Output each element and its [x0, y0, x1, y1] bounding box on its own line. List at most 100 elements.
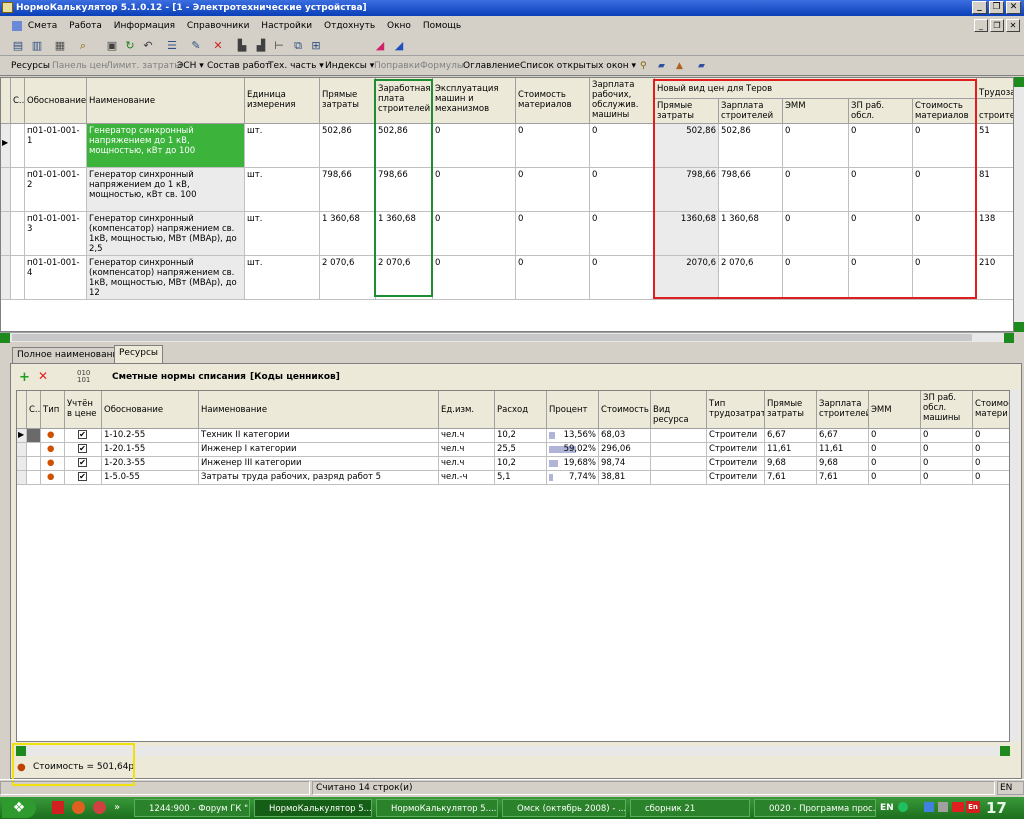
top-horizontal-scrollbar[interactable]: [0, 332, 1014, 343]
res-kind-cell[interactable]: [651, 471, 707, 485]
res-emm-cell[interactable]: 0: [869, 429, 921, 443]
res-c-cell[interactable]: [27, 429, 41, 443]
norm-name-cell[interactable]: Генератор синхронный (компенсатор) напря…: [87, 212, 245, 256]
res-header-name[interactable]: Наименование: [199, 391, 439, 429]
res-cost-cell[interactable]: 68,03: [599, 429, 651, 443]
res-rate-cell[interactable]: 25,5: [495, 443, 547, 457]
res-header-emm[interactable]: ЭММ: [869, 391, 921, 429]
in-price-checkbox[interactable]: ✔: [65, 429, 102, 443]
norm-materials-cell[interactable]: 0: [516, 212, 590, 256]
res-pct-cell[interactable]: 19,68%: [547, 457, 599, 471]
header-mach-salary[interactable]: Зарплата рабочих, обслужив. машины: [590, 78, 655, 124]
header-labor-sub[interactable]: строите: [977, 99, 1013, 124]
norm-labor-cell[interactable]: 210: [977, 256, 1013, 300]
norm-materials-cell[interactable]: 0: [516, 124, 590, 168]
delete-icon[interactable]: ✕: [210, 38, 226, 54]
tab-full-name[interactable]: Полное наименование: [12, 347, 129, 363]
taskbar-lang[interactable]: EN: [880, 797, 894, 819]
refresh-icon[interactable]: ↻: [122, 38, 138, 54]
res-rate-cell[interactable]: 10,2: [495, 429, 547, 443]
norm-unit-cell[interactable]: шт.: [245, 168, 320, 212]
scroll-right-arrow-icon[interactable]: [1004, 333, 1014, 343]
res-scroll-right-icon[interactable]: [1000, 746, 1010, 756]
row-indicator[interactable]: ▶: [1, 124, 11, 168]
norm-base-cell[interactable]: п01-01-001-4: [25, 256, 87, 300]
menu-otdohnut[interactable]: Отдохнуть: [324, 21, 375, 31]
tree-add-icon[interactable]: ▥: [29, 38, 45, 54]
header-exploit[interactable]: Эксплуатация машин и механизмов: [433, 78, 516, 124]
stamps-icon[interactable]: ▟: [253, 38, 269, 54]
insert-row-icon[interactable]: ⊢: [271, 38, 287, 54]
quicklaunch-opera-icon[interactable]: [93, 801, 106, 814]
add-icon[interactable]: +: [19, 370, 30, 385]
res-ltype-cell[interactable]: Строители: [707, 443, 765, 457]
norm-direct-cell[interactable]: 502,86: [320, 124, 376, 168]
norm-unit-cell[interactable]: шт.: [245, 212, 320, 256]
menu-nastroiki[interactable]: Настройки: [261, 21, 312, 31]
header-name[interactable]: Наименование: [87, 78, 245, 124]
checkbox-checked-icon[interactable]: ✔: [78, 472, 87, 481]
mdi-restore-button[interactable]: ❐: [990, 19, 1004, 32]
res-salary-cell[interactable]: 6,67: [817, 429, 869, 443]
norm-base-cell[interactable]: п01-01-001-2: [25, 168, 87, 212]
res-header-mat[interactable]: Стоимос матери: [973, 391, 1009, 429]
res-kind-cell[interactable]: [651, 429, 707, 443]
menu-pomosh[interactable]: Помощь: [423, 21, 461, 31]
menu-spravochniki[interactable]: Справочники: [187, 21, 250, 31]
minimize-button[interactable]: _: [972, 1, 987, 14]
btn-open-windows[interactable]: Список открытых окон ▾: [520, 57, 636, 76]
res-zp-cell[interactable]: 0: [921, 471, 973, 485]
checkbox-checked-icon[interactable]: ✔: [78, 444, 87, 453]
row-c-cell[interactable]: [11, 124, 25, 168]
res-header-c[interactable]: С..: [27, 391, 41, 429]
price-codes-label[interactable]: [Коды ценников]: [250, 372, 340, 382]
row-indicator[interactable]: [1, 212, 11, 256]
in-price-checkbox[interactable]: ✔: [65, 471, 102, 485]
norm-mach-salary-cell[interactable]: 0: [590, 168, 655, 212]
norm-mach-salary-cell[interactable]: 0: [590, 124, 655, 168]
header-unit[interactable]: Единица измерения: [245, 78, 320, 124]
res-name-cell[interactable]: Инженер I категории: [199, 443, 439, 457]
btn-esn[interactable]: ЭСН ▾: [177, 57, 204, 76]
eraser-red-icon[interactable]: ◢: [372, 38, 388, 54]
task-omsk[interactable]: Омск (октябрь 2008) - ...: [502, 799, 626, 817]
res-salary-cell[interactable]: 11,61: [817, 443, 869, 457]
norm-direct-cell[interactable]: 798,66: [320, 168, 376, 212]
tree-icon[interactable]: ▤: [10, 38, 26, 54]
res-unit-cell[interactable]: чел.ч: [439, 443, 495, 457]
res-emm-cell[interactable]: 0: [869, 443, 921, 457]
res-c-cell[interactable]: [27, 457, 41, 471]
btn-work-composition[interactable]: Состав работ: [207, 57, 270, 76]
vehicle-icon[interactable]: ▰: [698, 57, 705, 76]
menu-smeta[interactable]: Смета: [28, 21, 57, 31]
norm-materials-cell[interactable]: 0: [516, 168, 590, 212]
res-emm-cell[interactable]: 0: [869, 471, 921, 485]
checkbox-checked-icon[interactable]: ✔: [78, 430, 87, 439]
res-kind-cell[interactable]: [651, 443, 707, 457]
scroll-down-arrow-icon[interactable]: [1014, 322, 1024, 332]
res-mat-cell[interactable]: 0: [973, 443, 1009, 457]
res-horizontal-scrollbar[interactable]: [16, 746, 1010, 756]
start-button[interactable]: ❖: [2, 798, 36, 818]
res-kind-cell[interactable]: [651, 457, 707, 471]
undo-icon[interactable]: ↶: [140, 38, 156, 54]
res-header-rate[interactable]: Расход: [495, 391, 547, 429]
row-c-cell[interactable]: [11, 168, 25, 212]
header-c[interactable]: С..: [11, 78, 25, 124]
tray-pdf-icon[interactable]: [952, 802, 964, 812]
btn-limit-costs[interactable]: Лимит. затраты: [106, 57, 181, 76]
res-name-cell[interactable]: Техник II категории: [199, 429, 439, 443]
norm-direct-cell[interactable]: 2 070,6: [320, 256, 376, 300]
scroll-left-arrow-icon[interactable]: [0, 333, 10, 343]
btn-resources[interactable]: Ресурсы: [11, 57, 50, 76]
res-header-cost[interactable]: Стоимость: [599, 391, 651, 429]
norm-base-cell[interactable]: п01-01-001-1: [25, 124, 87, 168]
res-pct-cell[interactable]: 13,56%: [547, 429, 599, 443]
res-header-inprice[interactable]: Учтён в цене: [65, 391, 102, 429]
menu-info[interactable]: Информация: [114, 21, 175, 31]
eraser-blue-icon[interactable]: ◢: [391, 38, 407, 54]
res-c-cell[interactable]: [27, 471, 41, 485]
btn-contents[interactable]: Оглавление: [463, 57, 520, 76]
res-header-pct[interactable]: Процент: [547, 391, 599, 429]
res-direct-cell[interactable]: 11,61: [765, 443, 817, 457]
